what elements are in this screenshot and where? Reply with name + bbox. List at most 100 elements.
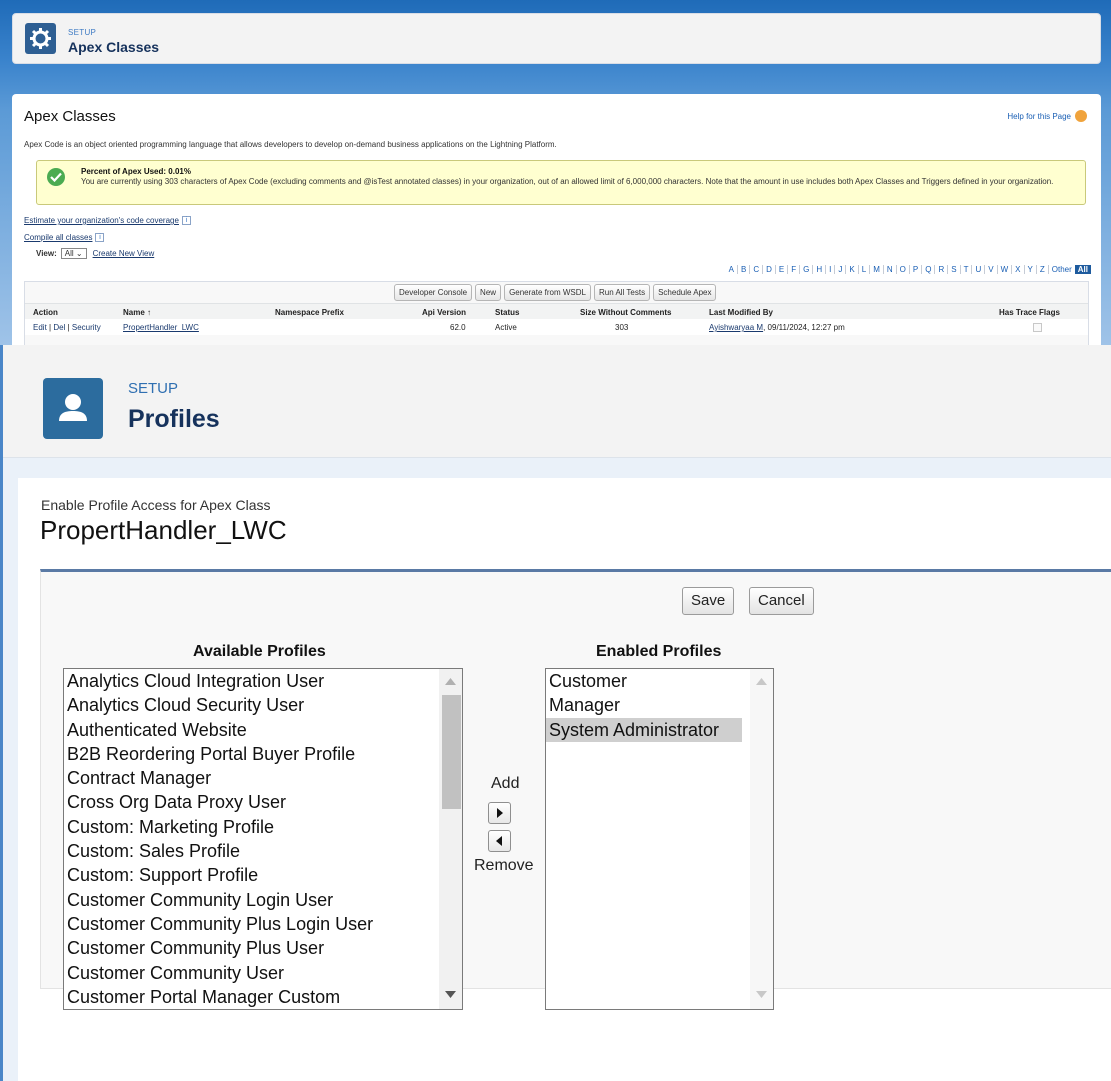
alpha-filter-a[interactable]: A <box>726 265 739 274</box>
apex-classes-panel: SETUP Apex Classes Apex Classes Help for… <box>0 0 1111 345</box>
view-select[interactable]: All ⌄ <box>60 248 87 259</box>
view-select-value[interactable]: All <box>65 249 74 258</box>
alpha-filter-e[interactable]: E <box>776 265 789 274</box>
delete-link[interactable]: Del <box>53 323 65 332</box>
alpha-filter-n[interactable]: N <box>884 265 897 274</box>
alpha-filter-s[interactable]: S <box>948 265 961 274</box>
enabled-profiles-list[interactable]: Customer Manager System Administrator <box>545 668 774 1010</box>
scroll-down-icon[interactable] <box>445 991 456 998</box>
schedule-apex-button[interactable]: Schedule Apex <box>653 284 717 301</box>
code-coverage-label[interactable]: Estimate your organization's code covera… <box>24 216 179 225</box>
available-profile-option[interactable]: Cross Org Data Proxy User <box>64 790 462 814</box>
code-coverage-link[interactable]: Estimate your organization's code covera… <box>24 216 191 226</box>
class-name-link[interactable]: PropertHandler_LWC <box>123 323 199 332</box>
alpha-filter-l[interactable]: L <box>859 265 871 274</box>
available-profile-option[interactable]: Customer Community Plus User <box>64 936 462 960</box>
alpha-filter-c[interactable]: C <box>750 265 764 274</box>
available-profile-option[interactable]: Customer Community Plus Login User <box>64 912 462 936</box>
available-profile-option[interactable]: Customer Community Login User <box>64 888 462 912</box>
enabled-profile-option[interactable]: System Administrator <box>546 717 742 742</box>
header-title: Profiles <box>128 405 220 433</box>
alpha-filter-other[interactable]: Other <box>1049 265 1075 274</box>
available-profile-option[interactable]: Custom: Marketing Profile <box>64 815 462 839</box>
alpha-filter-d[interactable]: D <box>763 265 776 274</box>
available-profile-option[interactable]: Custom: Support Profile <box>64 863 462 887</box>
apex-usage-message: Percent of Apex Used: 0.01% You are curr… <box>36 160 1086 205</box>
create-view-link[interactable]: Create New View <box>93 249 155 258</box>
help-link-label[interactable]: Help for this Page <box>1007 112 1071 121</box>
col-name[interactable]: Name ↑ <box>123 308 151 317</box>
alpha-filter-r[interactable]: R <box>935 265 949 274</box>
alpha-filter-w[interactable]: W <box>998 265 1013 274</box>
available-profile-option[interactable]: Analytics Cloud Integration User <box>64 669 462 693</box>
alpha-filter-i[interactable]: I <box>826 265 836 274</box>
col-size[interactable]: Size Without Comments <box>580 308 671 317</box>
col-namespace[interactable]: Namespace Prefix <box>275 308 344 317</box>
alpha-filter-b[interactable]: B <box>738 265 751 274</box>
available-profile-option[interactable]: Authenticated Website <box>64 718 462 742</box>
alpha-filter-o[interactable]: O <box>897 265 910 274</box>
save-button[interactable]: Save <box>682 587 735 615</box>
alpha-filter-m[interactable]: M <box>870 265 884 274</box>
available-profile-option[interactable]: Contract Manager <box>64 766 462 790</box>
available-profile-option[interactable]: B2B Reordering Portal Buyer Profile <box>64 742 462 766</box>
info-icon[interactable]: i <box>181 216 191 226</box>
available-profile-option[interactable]: Custom: Sales Profile <box>64 839 462 863</box>
col-trace-flags[interactable]: Has Trace Flags <box>999 308 1060 317</box>
alpha-filter-y[interactable]: Y <box>1025 265 1037 274</box>
scroll-up-icon[interactable] <box>756 678 767 685</box>
col-api-version[interactable]: Api Version <box>422 308 466 317</box>
col-action: Action <box>33 308 58 317</box>
new-button[interactable]: New <box>475 284 502 301</box>
status-value: Active <box>495 323 517 332</box>
help-link[interactable]: Help for this Page <box>1007 110 1087 122</box>
security-link[interactable]: Security <box>72 323 101 332</box>
modified-by-link[interactable]: Ayishwaryaa M <box>709 323 763 332</box>
scrollbar-thumb[interactable] <box>442 695 461 809</box>
alpha-filter-g[interactable]: G <box>800 265 814 274</box>
available-profile-option[interactable]: Customer Community User <box>64 961 462 985</box>
available-profile-option[interactable]: Customer Portal Manager Custom <box>64 985 462 1009</box>
alpha-filter-k[interactable]: K <box>846 265 859 274</box>
check-icon <box>47 168 65 186</box>
remove-label: Remove <box>474 857 534 874</box>
alpha-filter-h[interactable]: H <box>813 265 827 274</box>
info-icon[interactable]: i <box>95 233 105 243</box>
compile-classes-label[interactable]: Compile all classes <box>24 233 92 242</box>
alpha-filter-u[interactable]: U <box>972 265 986 274</box>
alpha-filter-f[interactable]: F <box>788 265 801 274</box>
developer-console-button[interactable]: Developer Console <box>394 284 473 301</box>
available-profile-option[interactable]: Analytics Cloud Security User <box>64 693 462 717</box>
scrollbar[interactable] <box>750 669 773 1009</box>
scroll-up-icon[interactable] <box>445 678 456 685</box>
scrollbar[interactable] <box>439 669 462 1009</box>
alpha-filter-z[interactable]: Z <box>1037 265 1049 274</box>
alpha-filter-j[interactable]: J <box>835 265 847 274</box>
header-kicker: SETUP <box>68 28 97 37</box>
generate-from-wsdl-button[interactable]: Generate from WSDL <box>504 284 591 301</box>
api-version-value: 62.0 <box>450 323 466 332</box>
scroll-down-icon[interactable] <box>756 991 767 998</box>
profiles-header: SETUP Profiles <box>3 345 1111 458</box>
alpha-filter-t[interactable]: T <box>961 265 973 274</box>
alpha-filter-q[interactable]: Q <box>922 265 936 274</box>
edit-link[interactable]: Edit <box>33 323 47 332</box>
alpha-filter-p[interactable]: P <box>910 265 923 274</box>
cancel-button[interactable]: Cancel <box>749 587 814 615</box>
enabled-profile-option[interactable]: Manager <box>546 693 742 717</box>
col-status[interactable]: Status <box>495 308 519 317</box>
run-all-tests-button[interactable]: Run All Tests <box>593 284 651 301</box>
available-profiles-list[interactable]: Analytics Cloud Integration User Analytic… <box>63 668 463 1010</box>
help-icon[interactable] <box>1075 110 1087 122</box>
last-modified-value: Ayishwaryaa M, 09/11/2024, 12:27 pm <box>709 323 845 332</box>
trace-flag-checkbox <box>1033 323 1042 332</box>
arrow-right-icon <box>497 808 503 818</box>
enabled-profile-option[interactable]: Customer <box>546 669 742 693</box>
alpha-filter-v[interactable]: V <box>985 265 998 274</box>
remove-button[interactable] <box>488 830 511 852</box>
add-button[interactable] <box>488 802 511 824</box>
alpha-filter-x[interactable]: X <box>1012 265 1025 274</box>
col-last-modified[interactable]: Last Modified By <box>709 308 773 317</box>
compile-classes-link[interactable]: Compile all classes i <box>24 233 105 243</box>
alpha-filter-all[interactable]: All <box>1074 265 1091 274</box>
